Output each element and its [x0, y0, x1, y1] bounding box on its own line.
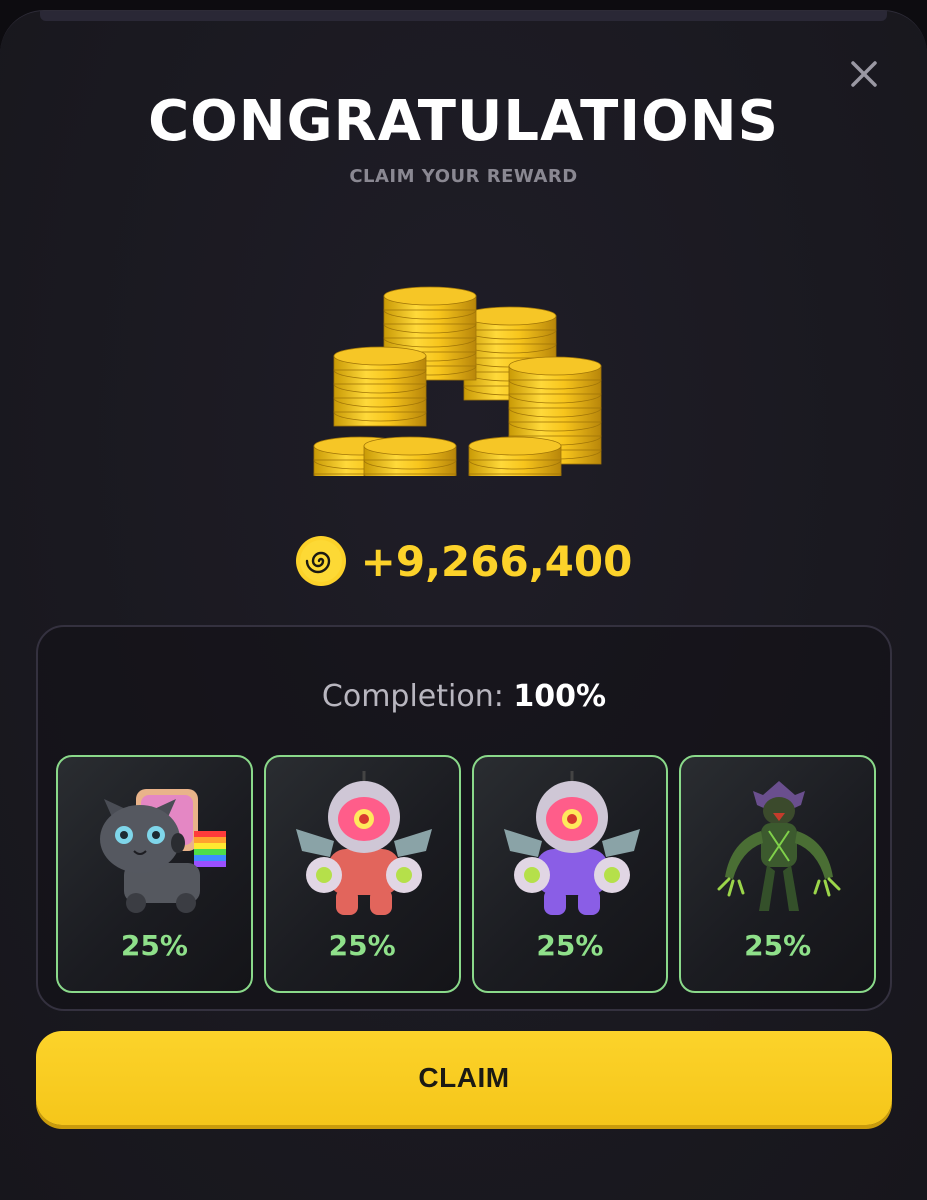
modal-title: CONGRATULATIONS [148, 89, 779, 154]
cyber-cat-card[interactable]: 25% [56, 755, 253, 993]
completion-value: 100% [513, 679, 607, 714]
completion-label: Completion: [321, 679, 514, 714]
reward-modal: CONGRATULATIONS CLAIM YOUR REWARD +9,266… [0, 10, 927, 1200]
close-button[interactable] [847, 57, 881, 91]
card-percent: 25% [744, 929, 812, 962]
coin-stacks-image [313, 286, 602, 476]
card-percent: 25% [120, 929, 188, 962]
completion-panel: Completion: 100% 25% 25% 25% 25% [36, 625, 892, 1011]
reward-amount: +9,266,400 [360, 536, 633, 586]
claim-button-label: CLAIM [418, 1062, 510, 1093]
alien-creature-icon [717, 781, 841, 911]
reward-cards: 25% 25% 25% 25% [56, 755, 876, 993]
card-percent: 25% [328, 929, 396, 962]
astro-robot-purple-card[interactable]: 25% [471, 755, 669, 993]
astro-robot-red-card[interactable]: 25% [263, 755, 461, 993]
modal-top-strip [40, 11, 887, 21]
coin-swirl-icon [295, 536, 346, 586]
close-icon [851, 61, 877, 87]
modal-subtitle: CLAIM YOUR REWARD [349, 166, 578, 187]
astronaut-robot-icon [295, 771, 432, 915]
claim-button[interactable]: CLAIM [36, 1031, 892, 1125]
card-percent: 25% [536, 929, 604, 962]
astronaut-robot-icon [503, 771, 640, 915]
completion-text: Completion: 100% [38, 679, 890, 714]
alien-creature-card[interactable]: 25% [679, 755, 876, 993]
reward-amount-row: +9,266,400 [0, 533, 927, 589]
robot-cat-icon [100, 789, 226, 913]
